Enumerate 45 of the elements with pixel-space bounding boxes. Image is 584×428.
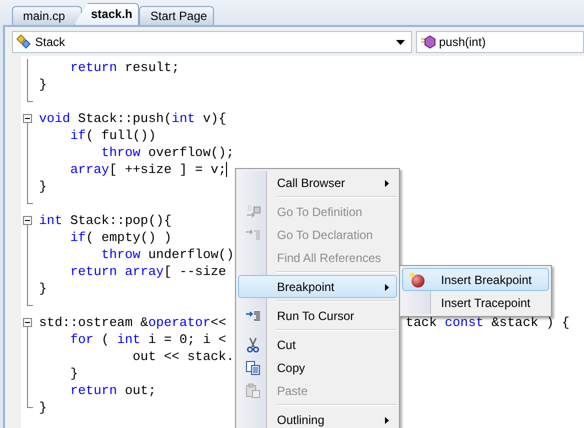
menu-item[interactable]: Insert Breakpoint [402, 268, 549, 291]
paste-icon [245, 383, 261, 399]
class-icon [16, 34, 32, 50]
collapse-icon[interactable] [23, 114, 32, 123]
code-line: } [38, 280, 47, 297]
menu-item[interactable]: Copy [238, 356, 397, 379]
code-line: out << stack. [132, 348, 234, 365]
code-line: } [38, 399, 47, 416]
type-combo[interactable]: Stack [12, 31, 412, 53]
menu-item[interactable]: Call Browser [238, 171, 397, 194]
menu-item[interactable]: Run To Cursor [238, 304, 397, 327]
collapse-icon[interactable] [23, 318, 32, 327]
editor-tab[interactable]: stack.h [74, 3, 140, 25]
editor-tab[interactable]: Start Page [139, 6, 214, 25]
menu-item[interactable]: Insert Tracepoint [402, 291, 549, 314]
code-line: for ( int i = 0; i < [69, 331, 226, 348]
breakpoint-icon [409, 272, 425, 288]
code-line: return array[ --size [69, 263, 226, 280]
code-line: void Stack::push(int v){ [38, 110, 226, 127]
menu-item[interactable]: Cut [238, 333, 397, 356]
code-line: if( empty() ) [69, 229, 172, 246]
code-line: throw underflow() [100, 246, 234, 263]
code-line: std::ostream &operator<< [38, 314, 226, 331]
code-line: } [69, 365, 78, 382]
type-name: Stack [35, 35, 66, 49]
collapse-icon[interactable] [23, 216, 32, 225]
member-combo[interactable]: push(int) [416, 31, 584, 53]
menu-item[interactable]: Breakpoint [238, 275, 397, 298]
dropdown-icon[interactable] [396, 40, 405, 44]
code-line: return out; [69, 382, 156, 399]
code-line: array[ ++size ] = v; [69, 161, 226, 178]
code-line: return result; [69, 59, 180, 76]
menu-item[interactable]: Outlining [238, 408, 397, 428]
code-line: if( full()) [69, 127, 156, 144]
method-icon [420, 35, 436, 49]
code-line: } [38, 178, 47, 195]
code-line: int Stack::pop(){ [38, 212, 172, 229]
copy-icon [245, 360, 261, 376]
code-line: throw overflow(); [100, 144, 234, 161]
cut-icon [245, 337, 261, 353]
code-line: } [38, 76, 47, 93]
go-to-definition-icon [245, 204, 261, 220]
member-name: push(int) [439, 35, 487, 49]
editor-tab[interactable]: main.cp [12, 6, 82, 25]
code-line: tack const &stack ) { [406, 314, 570, 331]
